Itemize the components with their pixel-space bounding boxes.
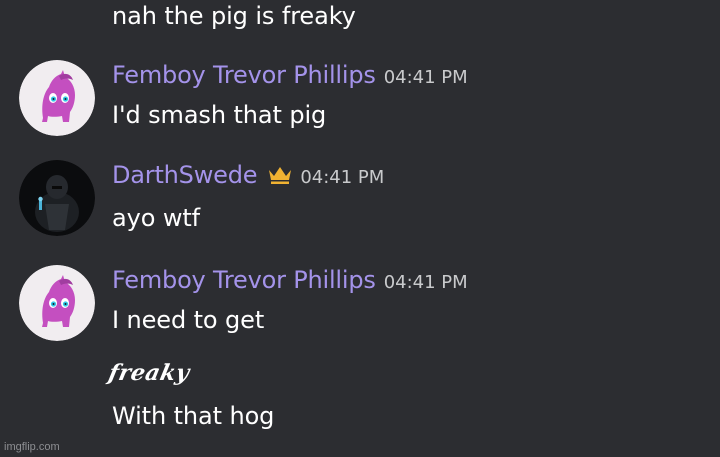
timestamp: 04:41 PM — [383, 272, 468, 293]
message-text: With that hog — [112, 402, 275, 430]
dark-armored-figure-avatar-icon[interactable] — [19, 160, 95, 236]
message-text: I'd smash that pig — [112, 101, 327, 129]
message-text: ayo wtf — [112, 204, 201, 232]
author-name[interactable]: Femboy Trevor Phillips — [112, 60, 376, 90]
message-text: I need to get — [112, 306, 265, 334]
timestamp: 04:41 PM — [300, 167, 385, 188]
author-name[interactable]: Femboy Trevor Phillips — [112, 265, 376, 295]
watermark: imgflip.com — [4, 441, 60, 453]
pink-pony-avatar-icon[interactable] — [19, 60, 95, 136]
crown-icon — [268, 165, 292, 185]
chat-log: nah the pig is freaky Femboy Trevor Phil… — [0, 0, 720, 457]
message-text-stylized: freaky — [106, 360, 193, 386]
message-header: Femboy Trevor Phillips 04:41 PM — [112, 265, 468, 295]
timestamp: 04:41 PM — [383, 67, 468, 88]
author-name[interactable]: DarthSwede — [112, 160, 258, 190]
message-text: nah the pig is freaky — [112, 2, 356, 30]
message-header: DarthSwede 04:41 PM — [112, 160, 384, 190]
message-header: Femboy Trevor Phillips 04:41 PM — [112, 60, 468, 90]
pink-pony-avatar-icon[interactable] — [19, 265, 95, 341]
